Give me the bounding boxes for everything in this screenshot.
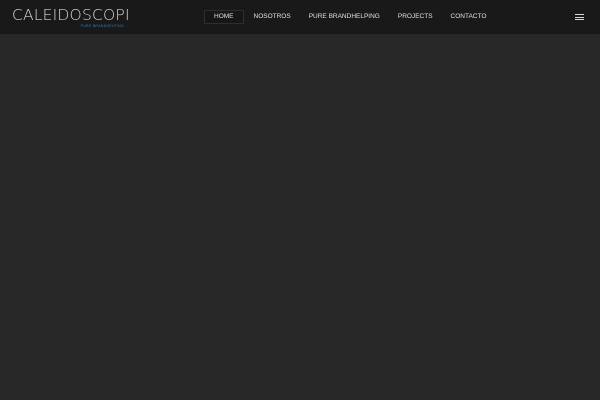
logo-wordmark: CALEIDOSCOPI	[12, 6, 130, 24]
nav-item-home[interactable]: HOME	[204, 10, 244, 24]
main-navigation: HOME NOSOTROS PURE BRANDHELPING PROJECTS…	[204, 10, 495, 24]
main-content-area	[0, 34, 600, 400]
menu-line	[575, 14, 584, 15]
hamburger-menu-icon[interactable]	[575, 14, 584, 20]
nav-item-contacto[interactable]: CONTACTO	[442, 10, 496, 24]
menu-line	[575, 16, 584, 18]
site-header: CALEIDOSCOPI PURE BRANDHELPING HOME NOSO…	[0, 0, 600, 34]
nav-item-nosotros[interactable]: NOSOTROS	[245, 10, 300, 24]
menu-line	[575, 19, 584, 20]
site-logo[interactable]: CALEIDOSCOPI PURE BRANDHELPING	[12, 6, 130, 30]
page: CALEIDOSCOPI PURE BRANDHELPING HOME NOSO…	[0, 0, 600, 400]
nav-item-projects[interactable]: PROJECTS	[389, 10, 442, 24]
nav-item-pure-brandhelping[interactable]: PURE BRANDHELPING	[300, 10, 389, 24]
logo-tagline: PURE BRANDHELPING	[80, 24, 124, 28]
